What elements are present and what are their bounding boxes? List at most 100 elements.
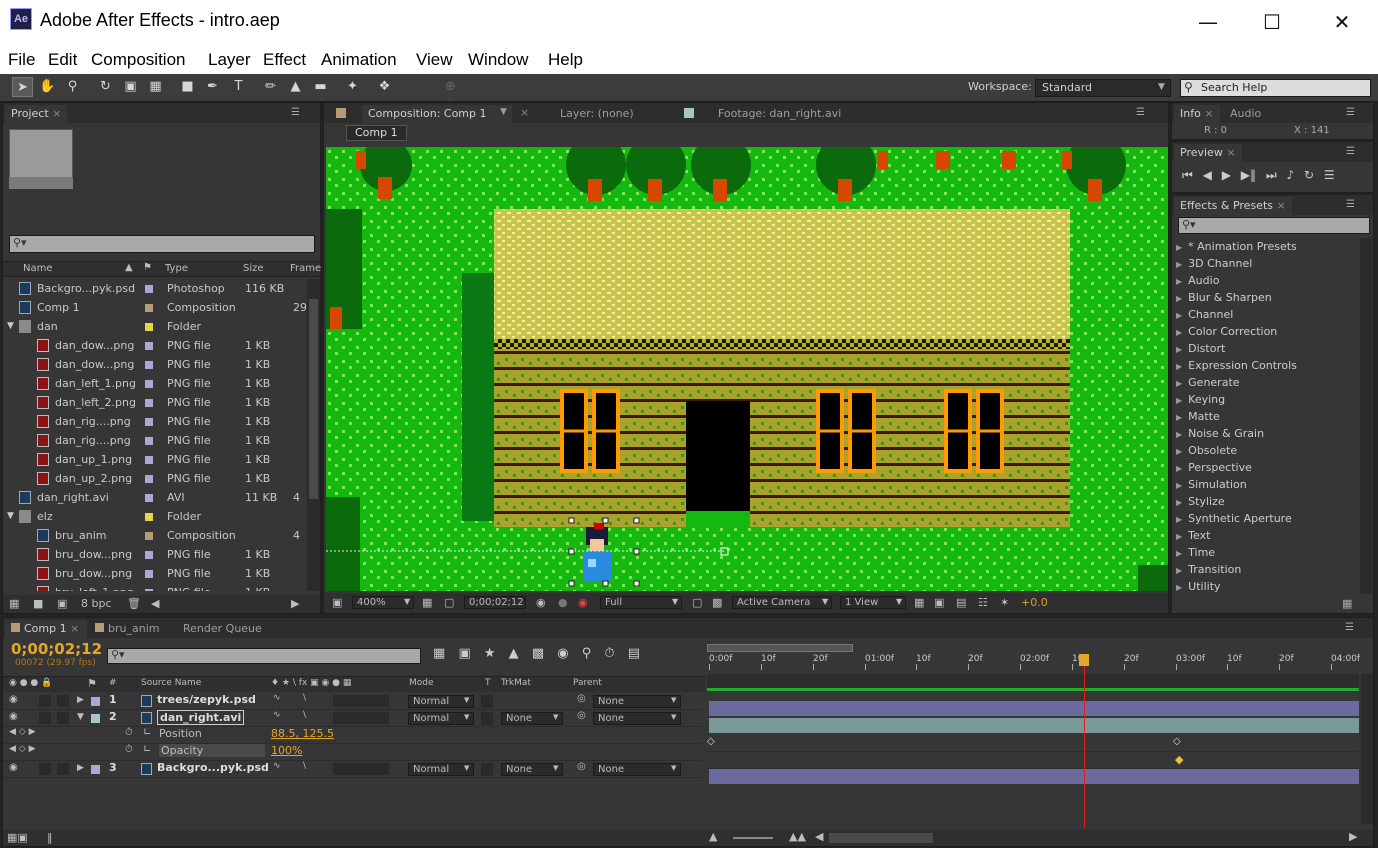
loop-icon[interactable]: ↻	[1304, 168, 1314, 182]
tab-composition[interactable]: Composition: Comp 1	[362, 105, 512, 123]
last-frame-icon[interactable]: ⏭	[1266, 168, 1277, 182]
project-item[interactable]: dan_left_2.png PNG file 1 KB	[3, 393, 306, 412]
roto-brush-tool-icon[interactable]: ✦	[342, 77, 363, 97]
workspace-dropdown[interactable]: Standard	[1035, 79, 1171, 97]
effects-category[interactable]: ▶ 3D Channel	[1176, 255, 1360, 272]
layer1-bar[interactable]	[709, 701, 1359, 716]
timeline-scrollbar[interactable]	[1361, 674, 1373, 824]
layer3-bar[interactable]	[709, 769, 1359, 784]
graph-editor-icon[interactable]: ▤	[628, 646, 640, 661]
panel-menu-icon[interactable]: ☰	[1346, 146, 1355, 157]
lock-toggle[interactable]	[57, 695, 69, 707]
draft-3d-icon[interactable]: ▣	[458, 646, 470, 661]
shy-switch-icon[interactable]: ∿	[273, 710, 281, 720]
lock-icon[interactable]	[336, 108, 346, 118]
effects-category[interactable]: ▶ Text	[1176, 527, 1360, 544]
work-area-bar[interactable]	[707, 644, 853, 652]
project-scrollbar[interactable]	[307, 279, 320, 591]
panel-menu-icon[interactable]: ☰	[1136, 107, 1145, 118]
fit-icon[interactable]: ▦	[422, 596, 432, 609]
tab-info[interactable]: Info ×	[1174, 105, 1220, 123]
eye-icon[interactable]: ◉	[9, 762, 18, 773]
parent-dropdown[interactable]: None	[593, 712, 681, 725]
panel-menu-icon[interactable]: ☰	[1346, 107, 1355, 118]
parent-pickwhip-icon[interactable]: ◎	[577, 710, 586, 721]
effects-scrollbar[interactable]	[1360, 238, 1372, 594]
hand-tool-icon[interactable]: ✋	[37, 77, 58, 97]
col-parent[interactable]: Parent	[573, 678, 602, 688]
timeline-current-time[interactable]: 0;00;02;12	[11, 640, 102, 658]
label-swatch[interactable]	[145, 494, 153, 502]
layer-name[interactable]: trees/zepyk.psd	[157, 693, 256, 706]
text-tool-icon[interactable]: T	[228, 77, 249, 97]
effects-category[interactable]: ▶ Perspective	[1176, 459, 1360, 476]
col-trkmat[interactable]: TrkMat	[501, 678, 531, 688]
eraser-tool-icon[interactable]: ▬	[310, 77, 331, 97]
label-swatch[interactable]	[145, 532, 153, 540]
layer-switches[interactable]	[333, 763, 389, 775]
col-mode[interactable]: Mode	[409, 678, 434, 688]
layer-switches[interactable]	[333, 695, 389, 707]
zoom-in-icon[interactable]: ▲▲	[789, 830, 806, 843]
preserve-transparency-toggle[interactable]	[481, 695, 493, 708]
keyframe-nav-icon[interactable]: ◀ ◇ ▶	[9, 744, 36, 754]
graph-icon[interactable]: ∟	[143, 744, 151, 755]
label-swatch[interactable]	[91, 697, 100, 706]
menu-help[interactable]: Help	[548, 50, 583, 70]
zoom-slider[interactable]	[733, 837, 773, 839]
effects-category[interactable]: ▶ Noise & Grain	[1176, 425, 1360, 442]
transparency-grid-icon[interactable]: ▩	[712, 596, 722, 609]
label-swatch[interactable]	[145, 323, 153, 331]
selection-tool-icon[interactable]: ➤	[12, 77, 33, 97]
play-icon[interactable]: ▶	[1222, 168, 1231, 182]
motion-blur-icon[interactable]: ▩	[532, 646, 544, 661]
camera-dropdown[interactable]: Active Camera	[732, 596, 832, 609]
layer-name[interactable]: dan_right.avi	[157, 710, 245, 725]
project-item[interactable]: bru_dow...png PNG file 1 KB	[3, 564, 306, 583]
pixel-aspect-icon[interactable]: ▦	[914, 596, 924, 609]
label-swatch[interactable]	[145, 551, 153, 559]
label-swatch[interactable]	[145, 456, 153, 464]
project-item[interactable]: dan_dow...png PNG file 1 KB	[3, 336, 306, 355]
effects-category[interactable]: ▶ Keying	[1176, 391, 1360, 408]
label-tag-icon[interactable]: ⚑	[87, 677, 97, 690]
resolution-dropdown[interactable]: Full	[600, 596, 682, 609]
ram-preview-icon[interactable]: ☰	[1324, 168, 1335, 182]
reset-exposure-icon[interactable]: ✶	[1000, 596, 1009, 609]
menu-window[interactable]: Window	[468, 50, 528, 70]
timeline-search-input[interactable]	[107, 648, 421, 664]
composition-canvas[interactable]	[326, 147, 1168, 591]
label-swatch[interactable]	[145, 513, 153, 521]
project-item[interactable]: bru_left_1.png PNG file 1 KB	[3, 583, 306, 591]
label-swatch[interactable]	[145, 437, 153, 445]
first-frame-icon[interactable]: ⏮	[1182, 168, 1193, 182]
label-swatch[interactable]	[145, 399, 153, 407]
comp-breadcrumb[interactable]: Comp 1	[346, 125, 407, 141]
keyframe-selected-icon[interactable]: ◆	[1175, 753, 1183, 766]
menu-animation[interactable]: Animation	[321, 50, 397, 70]
project-item[interactable]: bru_dow...png PNG file 1 KB	[3, 545, 306, 564]
rectangle-tool-icon[interactable]: ■	[177, 77, 198, 97]
menu-composition[interactable]: Composition	[91, 50, 186, 70]
always-preview-icon[interactable]: ▣	[332, 596, 342, 609]
new-comp-icon[interactable]: ▣	[57, 597, 67, 610]
comp-mini-flowchart-icon[interactable]: ▦	[433, 646, 445, 661]
interpret-footage-icon[interactable]: ▦	[9, 597, 19, 610]
playhead-handle[interactable]	[1079, 654, 1089, 666]
effects-category[interactable]: ▶ Obsolete	[1176, 442, 1360, 459]
solo-toggle[interactable]	[39, 712, 51, 724]
effects-category[interactable]: ▶ Synthetic Aperture	[1176, 510, 1360, 527]
menu-view[interactable]: View	[416, 50, 453, 70]
effects-category[interactable]: ▶ Color Correction	[1176, 323, 1360, 340]
pen-tool-icon[interactable]: ✒	[202, 77, 223, 97]
playhead[interactable]	[1084, 656, 1085, 828]
puppet-pin-tool-icon[interactable]: ❖	[374, 77, 395, 97]
pan-behind-tool-icon[interactable]: ▦	[145, 77, 166, 97]
project-item[interactable]: bru_anim Composition 4	[3, 526, 306, 545]
time-ruler[interactable]: 0:00f 10f 20f 01:00f 10f 20f 02:00f 10f 20f 03:00…	[707, 654, 1360, 670]
new-folder-icon[interactable]: ■	[33, 597, 43, 610]
effects-category[interactable]: ▶ Stylize	[1176, 493, 1360, 510]
close-icon[interactable]: ×	[520, 106, 529, 119]
menu-file[interactable]: File	[8, 50, 35, 70]
panel-menu-icon[interactable]: ☰	[1346, 199, 1355, 210]
